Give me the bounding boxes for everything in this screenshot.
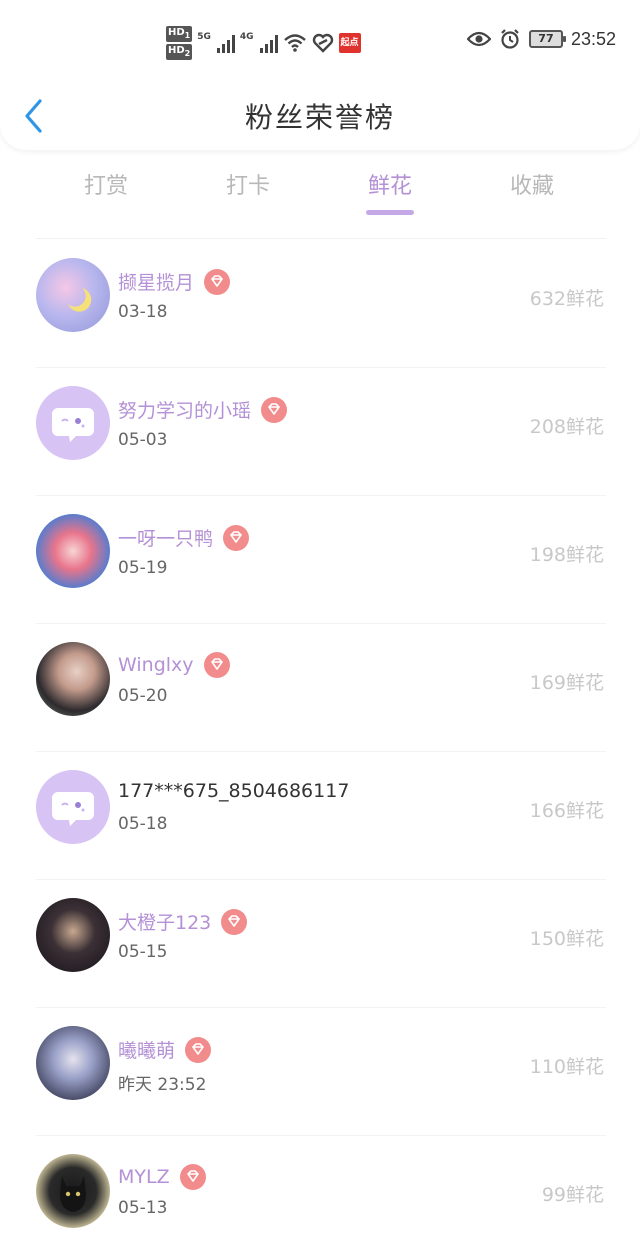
status-bar-right: 77 23:52 (466, 28, 616, 50)
user-date: 05-19 (118, 558, 168, 578)
user-name-text: 努力学习的小瑶 (118, 400, 252, 422)
user-name-text: 一呀一只鸭 (118, 528, 214, 550)
tab-active-indicator (366, 210, 414, 215)
user-name[interactable]: 撷星揽月 (118, 268, 231, 295)
hd-indicator: HD1 HD2 (166, 26, 193, 60)
tab-flowers[interactable]: 鲜花 (340, 168, 440, 224)
flower-count: 99鲜花 (541, 1184, 604, 1206)
diamond-icon (185, 1036, 212, 1063)
user-date: 05-15 (118, 942, 168, 962)
eye-icon (466, 31, 491, 47)
flower-count: 632鲜花 (529, 288, 604, 310)
heart-link-icon (312, 33, 333, 53)
user-name[interactable]: 曦曦萌 (118, 1036, 212, 1063)
diamond-icon (203, 652, 230, 678)
tab-checkin[interactable]: 打卡 (198, 168, 298, 224)
signal-5g-icon (216, 33, 235, 53)
list-item[interactable]: 177***675_8504686117 05-18 166鲜花 (0, 752, 640, 880)
user-date: 05-03 (118, 430, 168, 450)
avatar[interactable] (36, 514, 110, 588)
qidian-app-icon: 起点 (338, 33, 361, 53)
user-name-text: Winglxy (118, 654, 194, 676)
user-name-text: 177***675_8504686117 (118, 780, 350, 802)
user-name-text: 撷星揽月 (118, 272, 195, 294)
hd1-label: HD1 (166, 26, 193, 42)
diamond-icon (204, 268, 231, 295)
hd1-text: HD (168, 27, 185, 38)
status-bar-left: HD1 HD2 5G 4G 起点 (166, 26, 361, 60)
tab-flowers-label: 鲜花 (367, 174, 412, 199)
flower-count: 198鲜花 (529, 544, 604, 566)
moon-icon (68, 288, 92, 312)
hd2-text: HD (168, 45, 185, 56)
list-item[interactable]: Winglxy 05-20 169鲜花 (0, 624, 640, 752)
hd1-sub: 1 (184, 31, 191, 40)
user-name-text: MYLZ (118, 1166, 170, 1188)
tab-tips[interactable]: 打赏 (56, 168, 156, 224)
status-time: 23:52 (570, 28, 616, 49)
header-bar: HD1 HD2 5G 4G 起点 77 23:52 粉丝荣誉榜 (0, 0, 640, 150)
user-date: 昨天 23:52 (118, 1075, 207, 1095)
list-item[interactable]: 努力学习的小瑶 05-03 208鲜花 (0, 368, 640, 496)
diamond-icon (221, 908, 248, 935)
avatar[interactable] (36, 642, 110, 716)
user-name[interactable]: MYLZ (118, 1164, 206, 1190)
avatar[interactable] (36, 258, 110, 332)
user-date: 05-20 (118, 686, 168, 706)
avatar[interactable] (36, 1154, 110, 1228)
list-item[interactable]: 大橙子123 05-15 150鲜花 (0, 880, 640, 1008)
flower-count: 166鲜花 (529, 800, 604, 822)
user-name-text: 曦曦萌 (118, 1040, 176, 1062)
flower-count: 110鲜花 (529, 1056, 604, 1078)
user-name[interactable]: 一呀一只鸭 (118, 524, 250, 551)
tab-bar: 打赏 打卡 鲜花 收藏 (36, 168, 606, 228)
chat-bubble-icon (52, 792, 94, 826)
alarm-icon (501, 29, 519, 49)
hd2-label: HD2 (166, 44, 193, 60)
flower-count: 169鲜花 (529, 672, 604, 694)
avatar[interactable] (36, 770, 110, 844)
user-date: 05-18 (118, 814, 168, 834)
user-name[interactable]: 177***675_8504686117 (118, 780, 349, 802)
user-name[interactable]: Winglxy (118, 652, 230, 678)
wifi-icon (283, 34, 306, 52)
net-4g-label: 4G (239, 32, 254, 42)
flower-count: 150鲜花 (529, 928, 604, 950)
tab-favorites[interactable]: 收藏 (482, 168, 582, 224)
chat-bubble-icon (52, 408, 94, 442)
diamond-icon (179, 1164, 206, 1190)
diamond-icon (261, 396, 288, 423)
user-date: 05-13 (118, 1198, 168, 1218)
avatar[interactable] (36, 1026, 110, 1100)
list-item[interactable]: 一呀一只鸭 05-19 198鲜花 (0, 496, 640, 624)
user-name-text: 大橙子123 (118, 912, 212, 934)
net-5g-label: 5G (197, 32, 211, 42)
flower-count: 208鲜花 (529, 416, 604, 438)
list-item[interactable]: 撷星揽月 03-18 632鲜花 (0, 240, 640, 368)
battery-icon: 77 (528, 30, 566, 48)
list-item[interactable]: 曦曦萌 昨天 23:52 110鲜花 (0, 1008, 640, 1136)
list-item[interactable]: MYLZ 05-13 99鲜花 (0, 1136, 640, 1254)
cat-icon (60, 1176, 86, 1212)
user-name[interactable]: 努力学习的小瑶 (118, 396, 288, 423)
avatar[interactable] (36, 898, 110, 972)
user-name[interactable]: 大橙子123 (118, 908, 248, 935)
tab-divider (36, 238, 606, 239)
status-bar: HD1 HD2 5G 4G 起点 77 23:52 (0, 22, 640, 66)
page-title: 粉丝荣誉榜 (244, 101, 395, 134)
hd2-sub: 2 (184, 49, 191, 58)
signal-4g-icon (259, 33, 278, 53)
avatar[interactable] (36, 386, 110, 460)
diamond-icon (223, 524, 250, 551)
user-date: 03-18 (118, 302, 168, 322)
